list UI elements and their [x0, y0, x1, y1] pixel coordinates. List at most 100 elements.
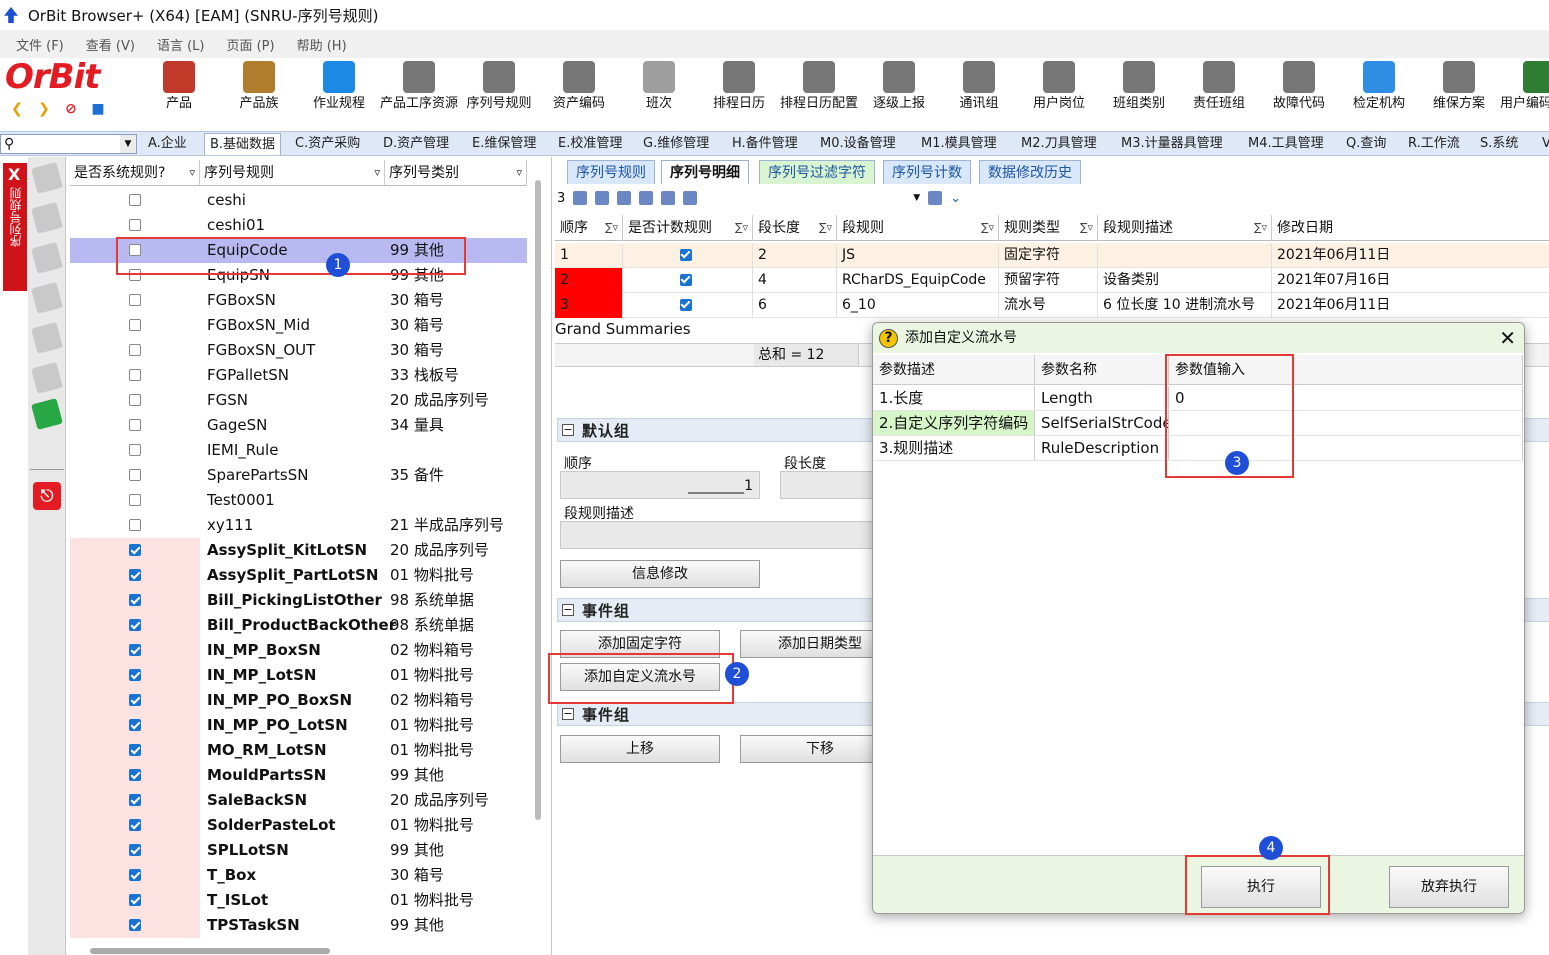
list-item[interactable]: MO_RM_LotSN 01 物料批号	[70, 738, 527, 763]
exit-icon[interactable]: ⎋	[33, 482, 61, 510]
list-item[interactable]: IN_MP_BoxSN 02 物料箱号	[70, 638, 527, 663]
list-item[interactable]: AssySplit_KitLotSN 20 成品序列号	[70, 538, 527, 563]
list-item[interactable]: MouldPartsSN 99 其他	[70, 763, 527, 788]
system-rule-checkbox[interactable]	[129, 519, 141, 531]
list-item[interactable]: SparePartsSN 35 备件	[70, 463, 527, 488]
col-header-desc[interactable]: 段规则描述 ∑▿	[1098, 215, 1272, 241]
system-rule-checkbox[interactable]	[129, 494, 141, 506]
horizontal-scrollbar[interactable]	[90, 948, 330, 954]
filter-icon[interactable]: ▿	[516, 160, 522, 186]
move-last-icon[interactable]	[595, 191, 610, 205]
system-rule-checkbox[interactable]	[129, 419, 141, 431]
desc-input[interactable]	[560, 521, 875, 549]
toolbar-button-13[interactable]: 责任班组	[1179, 58, 1259, 130]
system-rule-checkbox[interactable]	[129, 369, 141, 381]
toolbar-button-0[interactable]: 产品	[139, 58, 219, 130]
system-rule-checkbox[interactable]	[129, 469, 141, 481]
filter-icon[interactable]: ▿	[374, 160, 380, 186]
system-rule-checkbox[interactable]	[129, 644, 141, 656]
col-header-rule[interactable]: 序列号规则 ▿	[200, 160, 385, 186]
toolbar-button-15[interactable]: 检定机构	[1339, 58, 1419, 130]
counted-checkbox[interactable]	[680, 249, 692, 261]
list-item[interactable]: Bill_PickingListOther 98 系统单据	[70, 588, 527, 613]
info-modify-button[interactable]: 信息修改	[560, 560, 760, 588]
module-tab[interactable]: M0.设备管理	[815, 133, 901, 155]
system-rule-checkbox[interactable]	[129, 569, 141, 581]
list-item[interactable]: SPLLotSN 99 其他	[70, 838, 527, 863]
module-tab[interactable]: M2.刀具管理	[1016, 133, 1102, 155]
counted-checkbox[interactable]	[680, 299, 692, 311]
pointer-icon[interactable]	[617, 191, 632, 205]
col-header-type[interactable]: 规则类型 ∑▿	[999, 215, 1098, 241]
edit-icon[interactable]	[31, 242, 63, 274]
col-header-date[interactable]: 修改日期	[1272, 215, 1549, 241]
col-header-type[interactable]: 序列号类别 ▿	[385, 160, 527, 186]
sidebar-tab-serial-rules[interactable]: X 序列号规则	[3, 163, 27, 291]
system-rule-checkbox[interactable]	[129, 669, 141, 681]
save-icon[interactable]	[31, 398, 63, 430]
system-rule-checkbox[interactable]	[129, 344, 141, 356]
toolbar-button-12[interactable]: 班组类别	[1099, 58, 1179, 130]
toolbar-button-11[interactable]: 用户岗位	[1019, 58, 1099, 130]
list-item[interactable]: ceshi	[70, 188, 527, 213]
module-tab[interactable]: C.资产采购	[290, 133, 365, 155]
system-rule-checkbox[interactable]	[129, 744, 141, 756]
module-tab[interactable]: E.维保管理	[467, 133, 541, 155]
toolbar-button-14[interactable]: 故障代码	[1259, 58, 1339, 130]
list-item[interactable]: IN_MP_LotSN 01 物料批号	[70, 663, 527, 688]
col-header-system-rule[interactable]: 是否系统规则? ▿	[70, 160, 200, 186]
list-item[interactable]: FGBoxSN 30 箱号	[70, 288, 527, 313]
tab-serial-count[interactable]: 序列号计数	[883, 160, 971, 184]
export-icon[interactable]	[661, 191, 676, 205]
menu-help[interactable]: 帮助 (H)	[297, 35, 347, 54]
system-rule-checkbox[interactable]	[129, 694, 141, 706]
system-rule-checkbox[interactable]	[129, 719, 141, 731]
toolbar-button-4[interactable]: 序列号规则	[459, 58, 539, 130]
vertical-scrollbar[interactable]	[535, 180, 541, 820]
list-item[interactable]: IEMI_Rule	[70, 438, 527, 463]
collapse-icon[interactable]: −	[562, 708, 574, 720]
stop-icon[interactable]: ⊘	[62, 100, 80, 118]
module-tab[interactable]: M4.工具管理	[1243, 133, 1329, 155]
module-tab[interactable]: Q.查询	[1341, 133, 1391, 155]
list-item[interactable]: FGBoxSN_Mid 30 箱号	[70, 313, 527, 338]
table-row[interactable]: 3 6 6_10 流水号 6 位长度 10 进制流水号 2021年06月11日	[555, 293, 1549, 318]
module-tab[interactable]: M3.计量器具管理	[1116, 133, 1228, 155]
col-header-seq[interactable]: 顺序 ∑▿	[555, 215, 623, 241]
module-search-input[interactable]: ⚲ ▼	[0, 134, 137, 154]
tab-filter-chars[interactable]: 序列号过滤字符	[759, 160, 875, 184]
toolbar-button-17[interactable]: 用户编码定义	[1499, 58, 1549, 130]
counted-checkbox[interactable]	[680, 274, 692, 286]
col-header-param-desc[interactable]: 参数描述	[873, 355, 1035, 384]
new-document-icon[interactable]	[31, 162, 63, 194]
col-header-rule[interactable]: 段规则 ∑▿	[837, 215, 999, 241]
length-input[interactable]	[780, 471, 875, 499]
system-rule-checkbox[interactable]	[129, 294, 141, 306]
forward-arrow-icon[interactable]: ❯	[35, 100, 53, 118]
move-first-icon[interactable]	[573, 191, 588, 205]
col-header-length[interactable]: 段长度 ∑▿	[753, 215, 837, 241]
back-arrow-icon[interactable]: ❮	[8, 100, 26, 118]
list-item[interactable]: FGBoxSN_OUT 30 箱号	[70, 338, 527, 363]
expand-down-icon[interactable]: ⌄	[950, 191, 961, 206]
list-item[interactable]: Bill_ProductBackOther 98 系统单据	[70, 613, 527, 638]
move-up-button[interactable]: 上移	[560, 735, 720, 763]
module-tab[interactable]: R.工作流	[1403, 133, 1465, 155]
list-item[interactable]: IN_MP_PO_BoxSN 02 物料箱号	[70, 688, 527, 713]
tab-serial-detail[interactable]: 序列号明细	[661, 160, 749, 184]
toolbar-button-3[interactable]: 产品工序资源	[379, 58, 459, 130]
menu-file[interactable]: 文件 (F)	[16, 35, 64, 54]
list-item[interactable]: SolderPasteLot 01 物料批号	[70, 813, 527, 838]
system-rule-checkbox[interactable]	[129, 769, 141, 781]
copy-icon[interactable]	[639, 191, 654, 205]
close-icon[interactable]: X	[8, 165, 20, 184]
system-rule-checkbox[interactable]	[129, 819, 141, 831]
chevron-down-icon[interactable]: ▼	[120, 135, 136, 153]
find-icon[interactable]	[928, 191, 943, 205]
module-tab[interactable]: D.资产管理	[378, 133, 454, 155]
system-rule-checkbox[interactable]	[129, 594, 141, 606]
col-header-param-name[interactable]: 参数名称	[1035, 355, 1169, 384]
filter-icon[interactable]: ▿	[189, 160, 195, 186]
list-item[interactable]: IN_MP_PO_LotSN 01 物料批号	[70, 713, 527, 738]
grid-icon[interactable]	[683, 191, 698, 205]
